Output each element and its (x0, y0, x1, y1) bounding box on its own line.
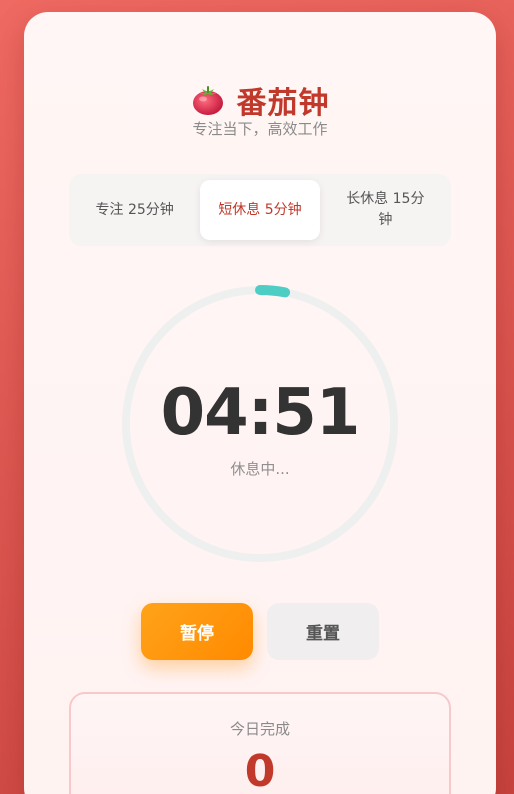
tab-focus[interactable]: 专注 25分钟 (75, 180, 194, 240)
reset-button[interactable]: 重置 (267, 603, 379, 660)
header: 番茄钟 (24, 76, 496, 124)
timer-value: 04:51 (160, 376, 361, 450)
app-subtitle: 专注当下，高效工作 (192, 120, 328, 138)
timer-display: 04:51 休息中... (120, 284, 400, 564)
timer-status: 休息中... (230, 460, 290, 478)
tab-short-break[interactable]: 短休息 5分钟 (200, 180, 320, 240)
pause-button[interactable]: 暂停 (141, 603, 253, 660)
app-card: 番茄钟 专注当下，高效工作 专注 25分钟 短休息 5分钟 长休息 15分钟 0… (24, 12, 496, 794)
tomato-icon (191, 83, 225, 117)
app-title: 番茄钟 (236, 86, 330, 121)
stats-panel: 今日完成 0 (69, 692, 451, 794)
tab-long-break[interactable]: 长休息 15分钟 (326, 180, 445, 240)
mode-selector: 专注 25分钟 短休息 5分钟 长休息 15分钟 (69, 174, 451, 246)
stats-count: 0 (244, 746, 276, 794)
stats-label: 今日完成 (229, 720, 290, 738)
